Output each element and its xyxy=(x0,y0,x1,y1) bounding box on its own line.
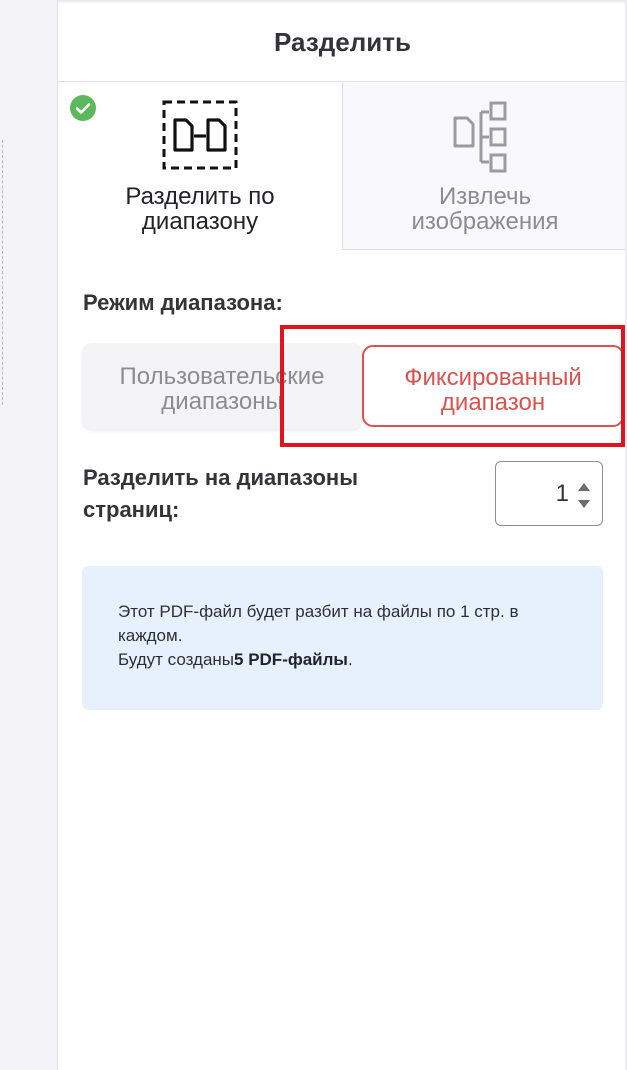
range-mode-toggle: Пользовательские диапазоны Фиксированный… xyxy=(82,343,627,429)
info-line-2: каждом. xyxy=(118,626,183,645)
info-line-3: Будут созданы5 PDF-файлы. xyxy=(118,650,353,669)
panel-title: Разделить xyxy=(58,0,627,82)
document-preview-area xyxy=(0,0,58,1070)
split-pages-label: Разделить на диапазоны страниц: xyxy=(83,465,358,522)
stepper-value: 1 xyxy=(555,480,569,507)
page-thumbnail-edge xyxy=(0,140,3,405)
fixed-range-button[interactable]: Фиксированный диапазон xyxy=(362,345,624,427)
info-line-1: Этот PDF-файл будет разбит на файлы по 1… xyxy=(118,602,519,621)
tab-split-by-range[interactable]: Разделить по диапазону xyxy=(58,82,342,250)
custom-ranges-button[interactable]: Пользовательские диапазоны xyxy=(82,343,362,429)
range-mode-label: Режим диапазона: xyxy=(83,290,283,315)
tab-extract-images[interactable]: Извлечь изображения xyxy=(342,82,627,250)
decrement-arrow-icon[interactable] xyxy=(578,500,590,508)
top-shadow xyxy=(58,0,627,4)
check-icon xyxy=(70,95,96,121)
increment-arrow-icon[interactable] xyxy=(578,483,590,491)
split-mode-tabs: Разделить по диапазону Извлечь изображен… xyxy=(58,82,627,250)
extract-pages-icon xyxy=(447,100,523,179)
split-panel: Разделить Разделить по диапазону Извлечь… xyxy=(58,0,627,1070)
tab-split-label: Разделить по диапазону xyxy=(125,183,275,235)
tab-extract-label: Извлечь изображения xyxy=(411,183,559,235)
file-count: 5 PDF-файлы xyxy=(234,650,348,669)
split-document-icon xyxy=(162,100,238,177)
pages-per-range-stepper[interactable]: 1 xyxy=(495,461,603,526)
split-info-box: Этот PDF-файл будет разбит на файлы по 1… xyxy=(82,566,603,710)
